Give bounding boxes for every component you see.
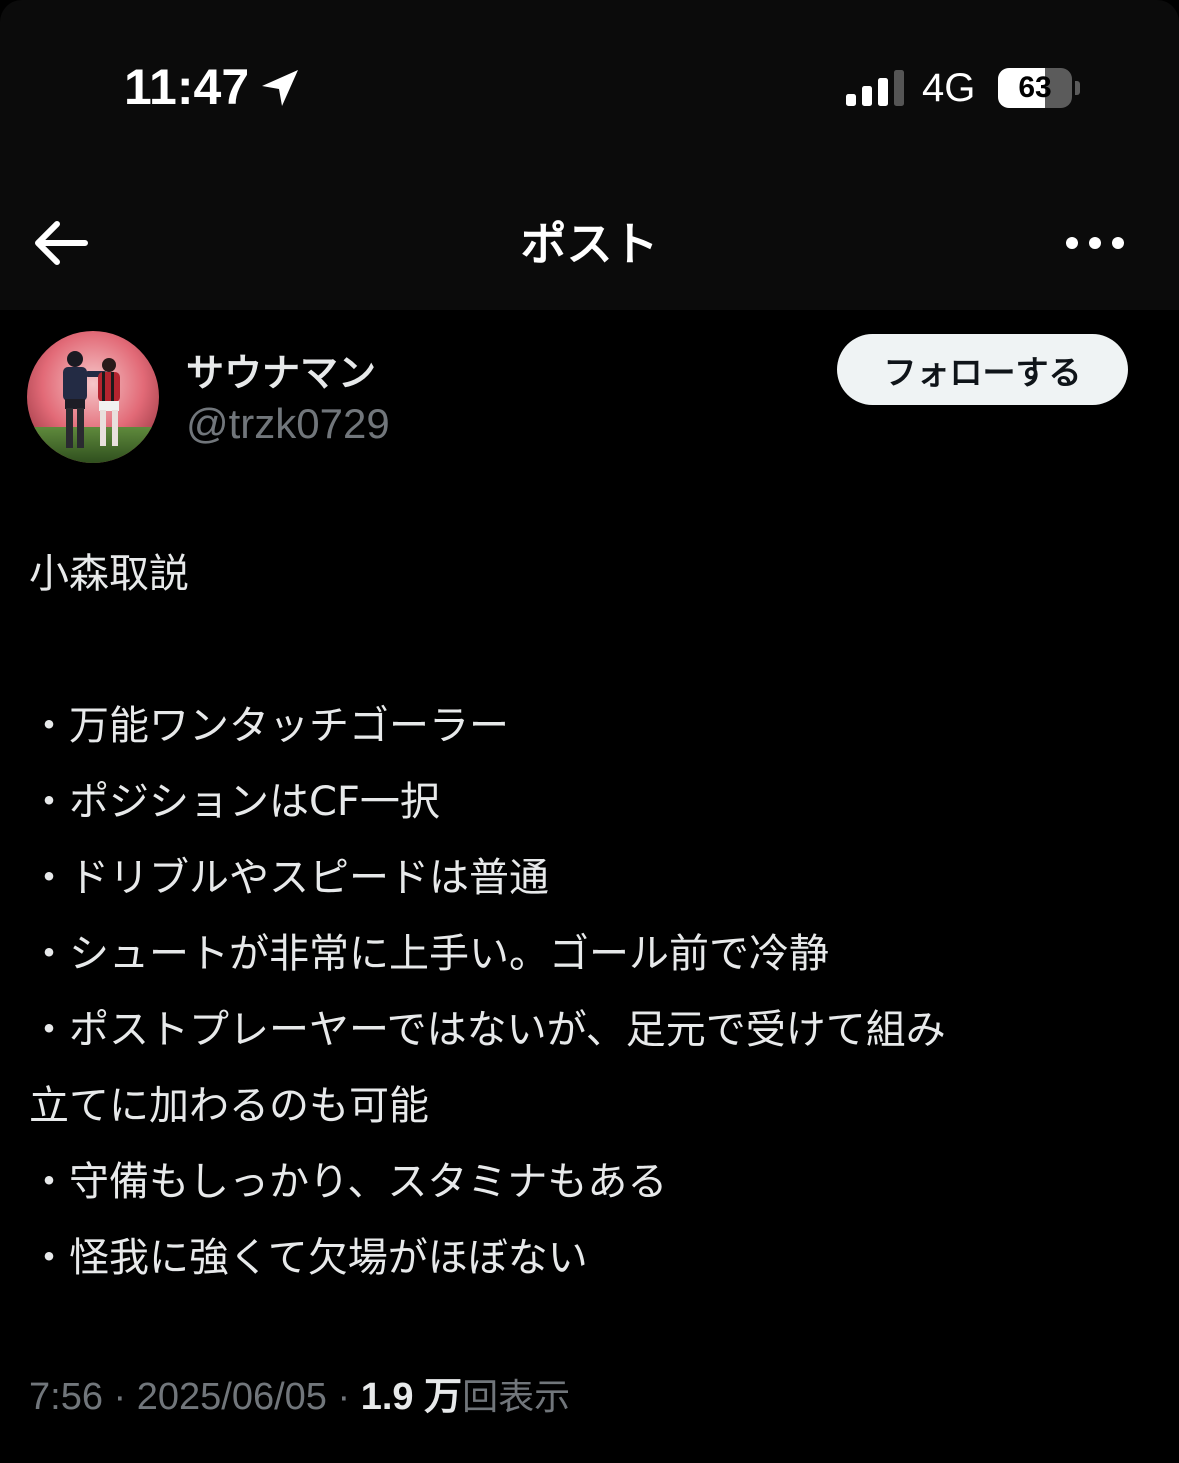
author-display-name[interactable]: サウナマン (186, 342, 376, 397)
post-line: 立てに加わるのも可能 (29, 1083, 429, 1129)
location-arrow-icon (262, 70, 298, 106)
page-title: ポスト (520, 217, 659, 271)
battery-level-text: 63 (1018, 71, 1052, 104)
post-line: ・ドリブルやスピードは普通 (29, 855, 549, 901)
post-line: ・怪我に強くて欠場がほぼない (29, 1235, 588, 1281)
post-line: ・ポストプレーヤーではないが、足元で受けて組み (29, 1007, 946, 1053)
battery-icon: 63 (998, 68, 1082, 108)
app-screen: 11:47 4G 63 ポスト サウナマン @trzk0729 フォローする 小… (0, 0, 1179, 1463)
more-horizontal-icon[interactable] (1060, 226, 1130, 260)
nav-bar: ポスト (0, 170, 1179, 310)
avatar[interactable] (27, 331, 159, 463)
post-date: 2025/06/05 (136, 1376, 327, 1418)
meta-separator: · (113, 1376, 127, 1418)
post-line: ・守備もしっかり、スタミナもある (29, 1159, 668, 1205)
post-line: ・シュートが非常に上手い。ゴール前で冷静 (29, 931, 829, 977)
post-text: 小森取説 ・万能ワンタッチゴーラー ・ポジションはCF一択 ・ドリブルやスピード… (29, 536, 1139, 1296)
post-line: ・万能ワンタッチゴーラー (29, 703, 509, 749)
post-meta: 7:56 · 2025/06/05 · 1.9 万回表示 (29, 1365, 570, 1420)
post-title-line: 小森取説 (29, 551, 189, 597)
post-line: ・ポジションはCF一択 (29, 779, 440, 825)
status-time: 11:47 (124, 59, 250, 115)
follow-button[interactable]: フォローする (837, 334, 1128, 405)
meta-separator: · (337, 1376, 351, 1418)
author-handle[interactable]: @trzk0729 (186, 400, 390, 448)
views-count[interactable]: 1.9 万 (361, 1376, 462, 1418)
network-type: 4G (922, 66, 976, 110)
arrow-left-icon[interactable] (30, 218, 92, 268)
post-time: 7:56 (29, 1376, 103, 1418)
status-bar: 11:47 4G 63 (0, 0, 1179, 170)
views-label: 回表示 (462, 1377, 571, 1418)
cellular-signal-icon (846, 70, 904, 106)
